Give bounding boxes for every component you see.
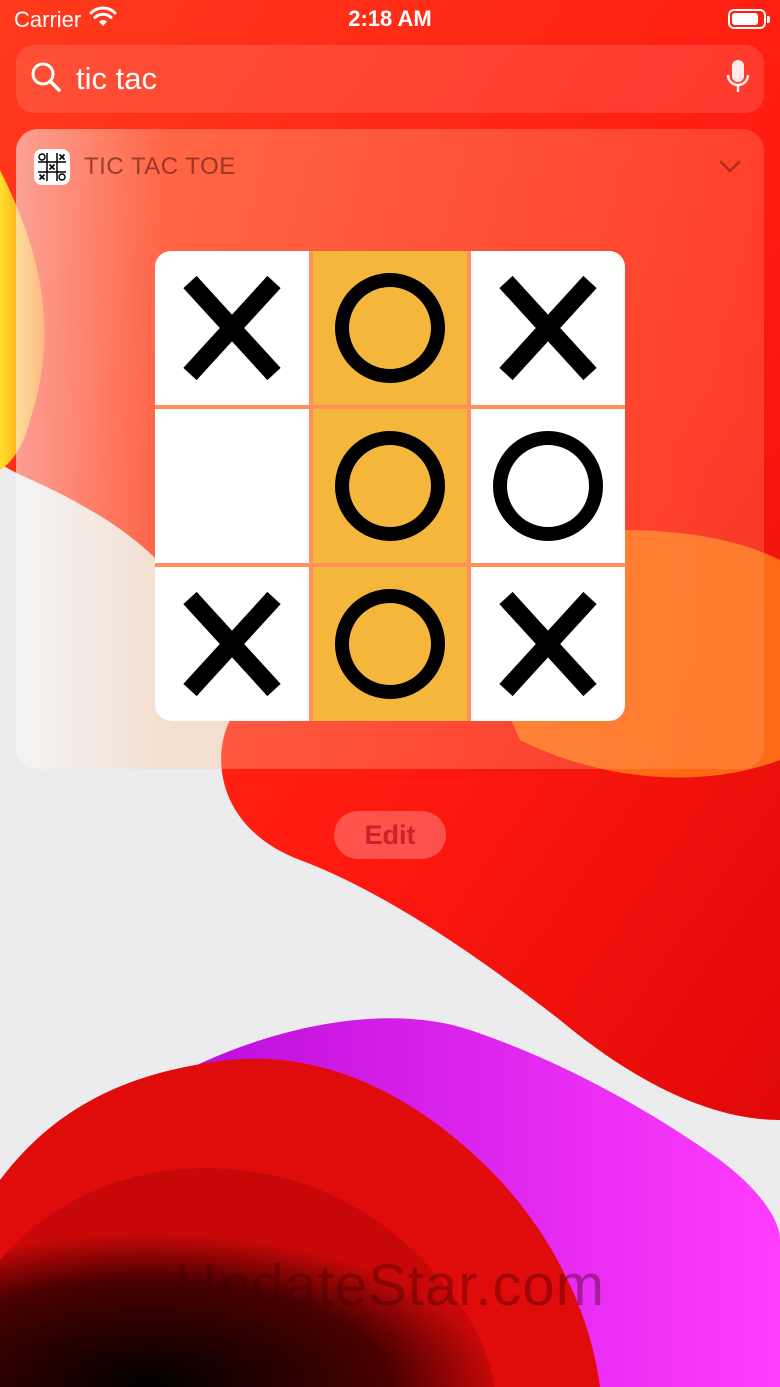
o-mark	[335, 431, 445, 541]
clock: 2:18 AM	[348, 6, 432, 31]
x-mark	[183, 591, 281, 697]
widget-header: TIC TAC TOE	[34, 147, 746, 187]
tic-tac-toe-app-icon	[34, 149, 70, 185]
o-mark	[335, 273, 445, 383]
x-mark	[183, 275, 281, 381]
watermark: UpdateStar.com	[175, 1253, 605, 1318]
game-board	[155, 251, 625, 721]
o-mark	[335, 589, 445, 699]
status-bar: Carrier 2:18 AM	[0, 0, 780, 40]
board-cell[interactable]	[313, 251, 467, 405]
search-bar[interactable]	[16, 45, 764, 113]
microphone-icon[interactable]	[726, 58, 750, 101]
tic-tac-toe-widget[interactable]: TIC TAC TOE	[16, 129, 764, 769]
battery-level	[732, 13, 758, 25]
board-cell[interactable]	[471, 567, 625, 721]
board-cell[interactable]	[471, 409, 625, 563]
board-cell[interactable]	[155, 251, 309, 405]
board-cell[interactable]	[471, 251, 625, 405]
o-mark	[493, 431, 603, 541]
widget-title: TIC TAC TOE	[84, 153, 236, 180]
battery-icon	[728, 9, 770, 29]
edit-button[interactable]: Edit	[334, 811, 446, 859]
search-icon	[30, 61, 62, 98]
board-cell[interactable]	[155, 567, 309, 721]
board-cell[interactable]	[313, 409, 467, 563]
collapse-chevron-icon[interactable]	[714, 151, 746, 183]
board-cell[interactable]	[155, 409, 309, 563]
x-mark	[499, 275, 597, 381]
board-cell[interactable]	[313, 567, 467, 721]
x-mark	[499, 591, 597, 697]
search-input[interactable]	[74, 60, 726, 98]
